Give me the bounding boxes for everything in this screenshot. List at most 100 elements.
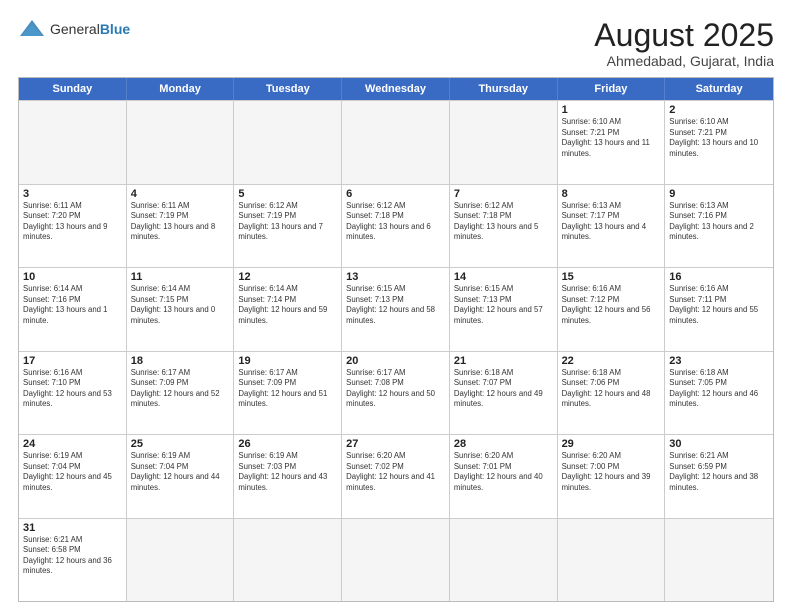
cell-info: Sunrise: 6:19 AM Sunset: 7:04 PM Dayligh… [131,451,230,493]
cell-info: Sunrise: 6:17 AM Sunset: 7:08 PM Dayligh… [346,368,445,410]
cell-date: 5 [238,188,337,200]
weekday-friday: Friday [558,78,666,100]
calendar-week-3: 10Sunrise: 6:14 AM Sunset: 7:16 PM Dayli… [19,267,773,350]
cell-date: 3 [23,188,122,200]
cell-date: 27 [346,438,445,450]
cell-info: Sunrise: 6:12 AM Sunset: 7:19 PM Dayligh… [238,201,337,243]
cell-info: Sunrise: 6:20 AM Sunset: 7:00 PM Dayligh… [562,451,661,493]
table-row: 17Sunrise: 6:16 AM Sunset: 7:10 PM Dayli… [19,352,127,434]
cell-date: 12 [238,271,337,283]
weekday-saturday: Saturday [665,78,773,100]
table-row: 22Sunrise: 6:18 AM Sunset: 7:06 PM Dayli… [558,352,666,434]
calendar-week-5: 24Sunrise: 6:19 AM Sunset: 7:04 PM Dayli… [19,434,773,517]
cell-info: Sunrise: 6:10 AM Sunset: 7:21 PM Dayligh… [562,117,661,159]
cell-date: 14 [454,271,553,283]
table-row: 13Sunrise: 6:15 AM Sunset: 7:13 PM Dayli… [342,268,450,350]
cell-date: 6 [346,188,445,200]
table-row [234,519,342,601]
table-row: 14Sunrise: 6:15 AM Sunset: 7:13 PM Dayli… [450,268,558,350]
table-row: 7Sunrise: 6:12 AM Sunset: 7:18 PM Daylig… [450,185,558,267]
cell-date: 18 [131,355,230,367]
table-row: 3Sunrise: 6:11 AM Sunset: 7:20 PM Daylig… [19,185,127,267]
cell-info: Sunrise: 6:16 AM Sunset: 7:12 PM Dayligh… [562,284,661,326]
table-row [19,101,127,183]
weekday-sunday: Sunday [19,78,127,100]
table-row: 25Sunrise: 6:19 AM Sunset: 7:04 PM Dayli… [127,435,235,517]
cell-date: 25 [131,438,230,450]
cell-date: 28 [454,438,553,450]
cell-info: Sunrise: 6:17 AM Sunset: 7:09 PM Dayligh… [238,368,337,410]
cell-date: 1 [562,104,661,116]
table-row: 4Sunrise: 6:11 AM Sunset: 7:19 PM Daylig… [127,185,235,267]
table-row: 12Sunrise: 6:14 AM Sunset: 7:14 PM Dayli… [234,268,342,350]
table-row: 19Sunrise: 6:17 AM Sunset: 7:09 PM Dayli… [234,352,342,434]
table-row [127,519,235,601]
cell-date: 20 [346,355,445,367]
cell-info: Sunrise: 6:12 AM Sunset: 7:18 PM Dayligh… [454,201,553,243]
table-row [342,101,450,183]
title-block: August 2025 Ahmedabad, Gujarat, India [594,18,774,69]
table-row: 5Sunrise: 6:12 AM Sunset: 7:19 PM Daylig… [234,185,342,267]
cell-info: Sunrise: 6:11 AM Sunset: 7:19 PM Dayligh… [131,201,230,243]
table-row [665,519,773,601]
table-row: 1Sunrise: 6:10 AM Sunset: 7:21 PM Daylig… [558,101,666,183]
cell-info: Sunrise: 6:19 AM Sunset: 7:03 PM Dayligh… [238,451,337,493]
cell-date: 30 [669,438,769,450]
calendar-week-6: 31Sunrise: 6:21 AM Sunset: 6:58 PM Dayli… [19,518,773,601]
page: GeneralBlue August 2025 Ahmedabad, Gujar… [0,0,792,612]
table-row: 23Sunrise: 6:18 AM Sunset: 7:05 PM Dayli… [665,352,773,434]
cell-date: 15 [562,271,661,283]
cell-date: 19 [238,355,337,367]
cell-info: Sunrise: 6:21 AM Sunset: 6:59 PM Dayligh… [669,451,769,493]
cell-date: 22 [562,355,661,367]
cell-date: 13 [346,271,445,283]
cell-date: 9 [669,188,769,200]
cell-date: 31 [23,522,122,534]
logo-icon [18,18,46,40]
cell-info: Sunrise: 6:13 AM Sunset: 7:17 PM Dayligh… [562,201,661,243]
table-row [450,101,558,183]
table-row: 26Sunrise: 6:19 AM Sunset: 7:03 PM Dayli… [234,435,342,517]
cell-info: Sunrise: 6:13 AM Sunset: 7:16 PM Dayligh… [669,201,769,243]
table-row: 9Sunrise: 6:13 AM Sunset: 7:16 PM Daylig… [665,185,773,267]
cell-date: 17 [23,355,122,367]
table-row: 24Sunrise: 6:19 AM Sunset: 7:04 PM Dayli… [19,435,127,517]
calendar-week-1: 1Sunrise: 6:10 AM Sunset: 7:21 PM Daylig… [19,100,773,183]
cell-info: Sunrise: 6:10 AM Sunset: 7:21 PM Dayligh… [669,117,769,159]
table-row: 30Sunrise: 6:21 AM Sunset: 6:59 PM Dayli… [665,435,773,517]
table-row: 15Sunrise: 6:16 AM Sunset: 7:12 PM Dayli… [558,268,666,350]
header: GeneralBlue August 2025 Ahmedabad, Gujar… [18,18,774,69]
table-row: 11Sunrise: 6:14 AM Sunset: 7:15 PM Dayli… [127,268,235,350]
calendar: Sunday Monday Tuesday Wednesday Thursday… [18,77,774,602]
cell-date: 26 [238,438,337,450]
cell-info: Sunrise: 6:14 AM Sunset: 7:14 PM Dayligh… [238,284,337,326]
cell-info: Sunrise: 6:20 AM Sunset: 7:01 PM Dayligh… [454,451,553,493]
table-row: 6Sunrise: 6:12 AM Sunset: 7:18 PM Daylig… [342,185,450,267]
table-row: 29Sunrise: 6:20 AM Sunset: 7:00 PM Dayli… [558,435,666,517]
cell-info: Sunrise: 6:17 AM Sunset: 7:09 PM Dayligh… [131,368,230,410]
calendar-week-2: 3Sunrise: 6:11 AM Sunset: 7:20 PM Daylig… [19,184,773,267]
cell-date: 4 [131,188,230,200]
calendar-week-4: 17Sunrise: 6:16 AM Sunset: 7:10 PM Dayli… [19,351,773,434]
cell-date: 8 [562,188,661,200]
table-row: 21Sunrise: 6:18 AM Sunset: 7:07 PM Dayli… [450,352,558,434]
cell-info: Sunrise: 6:15 AM Sunset: 7:13 PM Dayligh… [454,284,553,326]
cell-info: Sunrise: 6:18 AM Sunset: 7:05 PM Dayligh… [669,368,769,410]
table-row [342,519,450,601]
cell-info: Sunrise: 6:21 AM Sunset: 6:58 PM Dayligh… [23,535,122,577]
weekday-tuesday: Tuesday [234,78,342,100]
table-row: 28Sunrise: 6:20 AM Sunset: 7:01 PM Dayli… [450,435,558,517]
cell-info: Sunrise: 6:15 AM Sunset: 7:13 PM Dayligh… [346,284,445,326]
table-row: 27Sunrise: 6:20 AM Sunset: 7:02 PM Dayli… [342,435,450,517]
cell-info: Sunrise: 6:14 AM Sunset: 7:15 PM Dayligh… [131,284,230,326]
table-row: 2Sunrise: 6:10 AM Sunset: 7:21 PM Daylig… [665,101,773,183]
cell-date: 24 [23,438,122,450]
cell-info: Sunrise: 6:18 AM Sunset: 7:07 PM Dayligh… [454,368,553,410]
weekday-monday: Monday [127,78,235,100]
logo-text: GeneralBlue [50,21,130,37]
cell-info: Sunrise: 6:19 AM Sunset: 7:04 PM Dayligh… [23,451,122,493]
table-row: 20Sunrise: 6:17 AM Sunset: 7:08 PM Dayli… [342,352,450,434]
table-row: 31Sunrise: 6:21 AM Sunset: 6:58 PM Dayli… [19,519,127,601]
cell-date: 16 [669,271,769,283]
cell-date: 10 [23,271,122,283]
